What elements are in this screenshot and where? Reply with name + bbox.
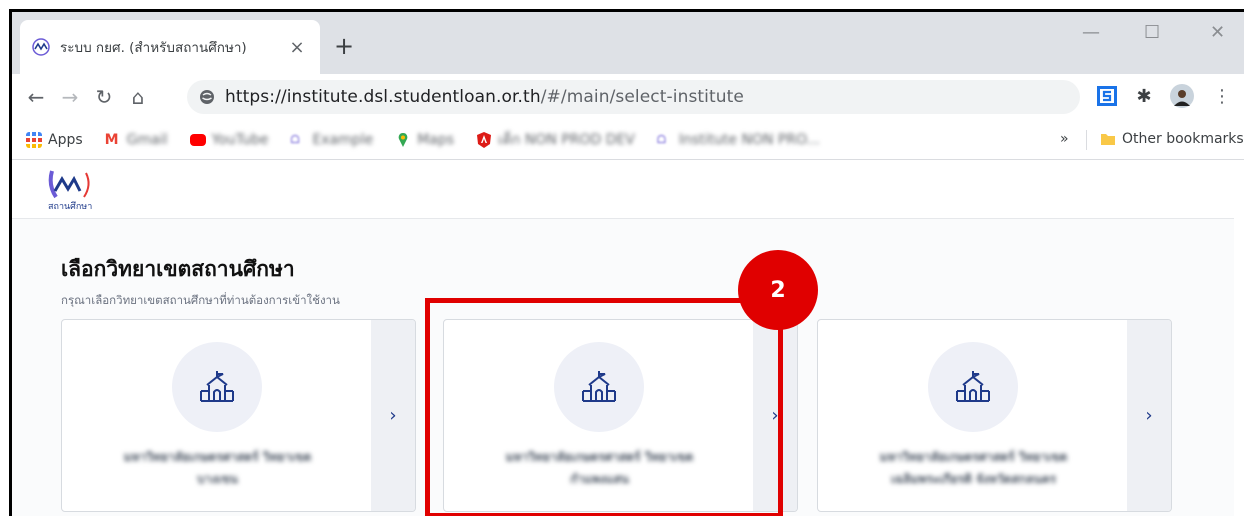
page-title: เลือกวิทยาเขตสถานศึกษา xyxy=(61,257,295,281)
bookmark-label: Example xyxy=(312,131,374,148)
angular-icon xyxy=(477,131,492,148)
chevron-right-icon[interactable]: › xyxy=(1127,320,1171,511)
address-bar[interactable]: https://institute.dsl.studentloan.or.th/… xyxy=(187,80,1080,114)
dsl-logo[interactable]: สถานศึกษา xyxy=(46,167,94,213)
browser-menu-icon[interactable]: ⋮ xyxy=(1210,84,1234,108)
extensions-puzzle-icon[interactable]: ✱ xyxy=(1132,84,1156,108)
bookmark-institute-non-prod[interactable]: ᗝ Institute NON PRO... xyxy=(657,132,820,148)
bookmarks-bar: Apps M Gmail YouTube ᗝ Example Maps เด็ก… xyxy=(12,120,1244,160)
bookmarks-overflow-icon[interactable]: » xyxy=(1060,131,1069,147)
home-icon[interactable]: ⌂ xyxy=(122,81,154,113)
dsl-favicon-icon xyxy=(32,38,50,56)
page-heading-section: เลือกวิทยาเขตสถานศึกษา กรุณาเลือกวิทยาเข… xyxy=(61,253,340,310)
maps-icon xyxy=(398,132,408,147)
bookmark-label: YouTube xyxy=(211,131,269,148)
browser-toolbar: ← → ↻ ⌂ https://institute.dsl.studentloa… xyxy=(12,74,1244,120)
youtube-icon xyxy=(189,133,206,146)
bookmark-label: เด็ก NON PROD DEV xyxy=(498,131,635,148)
browser-tab[interactable]: ระบบ กยศ. (สำหรับสถานศึกษา) × xyxy=(20,20,320,74)
bookmark-label: Gmail xyxy=(126,131,168,148)
bookmark-label: Apps xyxy=(48,131,83,148)
tab-title: ระบบ กยศ. (สำหรับสถานศึกษา) xyxy=(60,40,247,56)
bookmark-label: Other bookmarks xyxy=(1122,131,1244,147)
institution-building-icon xyxy=(200,371,234,402)
campus-name: มหาวิทยาลัยเกษตรศาสตร์ วิทยาเขต บางเขน xyxy=(123,450,312,486)
step-badge: 2 xyxy=(738,250,818,330)
institution-building-icon xyxy=(956,371,990,402)
reload-icon[interactable]: ↻ xyxy=(88,81,120,113)
bookmark-example[interactable]: ᗝ Example xyxy=(290,132,373,148)
gmail-icon: M xyxy=(104,131,119,148)
back-arrow-icon[interactable]: ← xyxy=(20,81,52,113)
folder-icon xyxy=(1101,134,1115,145)
tab-close-icon[interactable]: × xyxy=(286,37,308,58)
logo-text: สถานศึกษา xyxy=(48,201,93,212)
tab-strip: ระบบ กยศ. (สำหรับสถานศึกษา) × + — ☐ ✕ xyxy=(12,12,1244,74)
bookmark-label: Institute NON PRO... xyxy=(678,131,820,148)
step-highlight-box xyxy=(425,298,783,516)
campus-name: มหาวิทยาลัยเกษตรศาสตร์ วิทยาเขต เฉลิมพระเ… xyxy=(879,450,1068,486)
campus-card-3[interactable]: มหาวิทยาลัยเกษตรศาสตร์ วิทยาเขต เฉลิมพระเ… xyxy=(817,319,1172,512)
campus-icon-circle xyxy=(928,342,1018,432)
bookmark-other[interactable]: Other bookmarks xyxy=(1100,131,1244,147)
extension-s-icon[interactable] xyxy=(1095,84,1119,108)
bookmark-apps[interactable]: Apps xyxy=(26,131,83,148)
apps-grid-icon xyxy=(26,131,42,148)
window-close-icon[interactable]: ✕ xyxy=(1210,22,1225,43)
bookmarks-divider xyxy=(1086,130,1087,150)
bookmark-label: Maps xyxy=(417,131,455,148)
chevron-right-icon[interactable]: › xyxy=(371,320,415,511)
minimize-icon[interactable]: — xyxy=(1082,22,1100,43)
new-tab-icon[interactable]: + xyxy=(334,34,354,58)
profile-avatar[interactable] xyxy=(1170,84,1194,108)
url-text: https://institute.dsl.studentloan.or.th/… xyxy=(225,87,744,107)
bookmark-non-prod-dev[interactable]: เด็ก NON PROD DEV xyxy=(476,129,635,151)
bookmark-gmail[interactable]: M Gmail xyxy=(105,132,168,148)
campus-icon-circle xyxy=(172,342,262,432)
dsl-logo-icon: ᗝ xyxy=(290,132,300,146)
bookmark-maps[interactable]: Maps xyxy=(395,132,454,148)
page-subtitle: กรุณาเลือกวิทยาเขตสถานศึกษาที่ท่านต้องกา… xyxy=(61,293,340,307)
site-info-icon[interactable] xyxy=(199,89,215,105)
dsl-logo-icon: ᗝ xyxy=(656,132,667,146)
dsl-logo-icon xyxy=(48,169,90,198)
bookmark-youtube[interactable]: YouTube xyxy=(189,131,269,148)
forward-arrow-icon[interactable]: → xyxy=(54,81,86,113)
app-header: สถานศึกษา xyxy=(12,161,1234,219)
campus-card-1[interactable]: มหาวิทยาลัยเกษตรศาสตร์ วิทยาเขต บางเขน › xyxy=(61,319,416,512)
maximize-icon[interactable]: ☐ xyxy=(1144,22,1160,43)
